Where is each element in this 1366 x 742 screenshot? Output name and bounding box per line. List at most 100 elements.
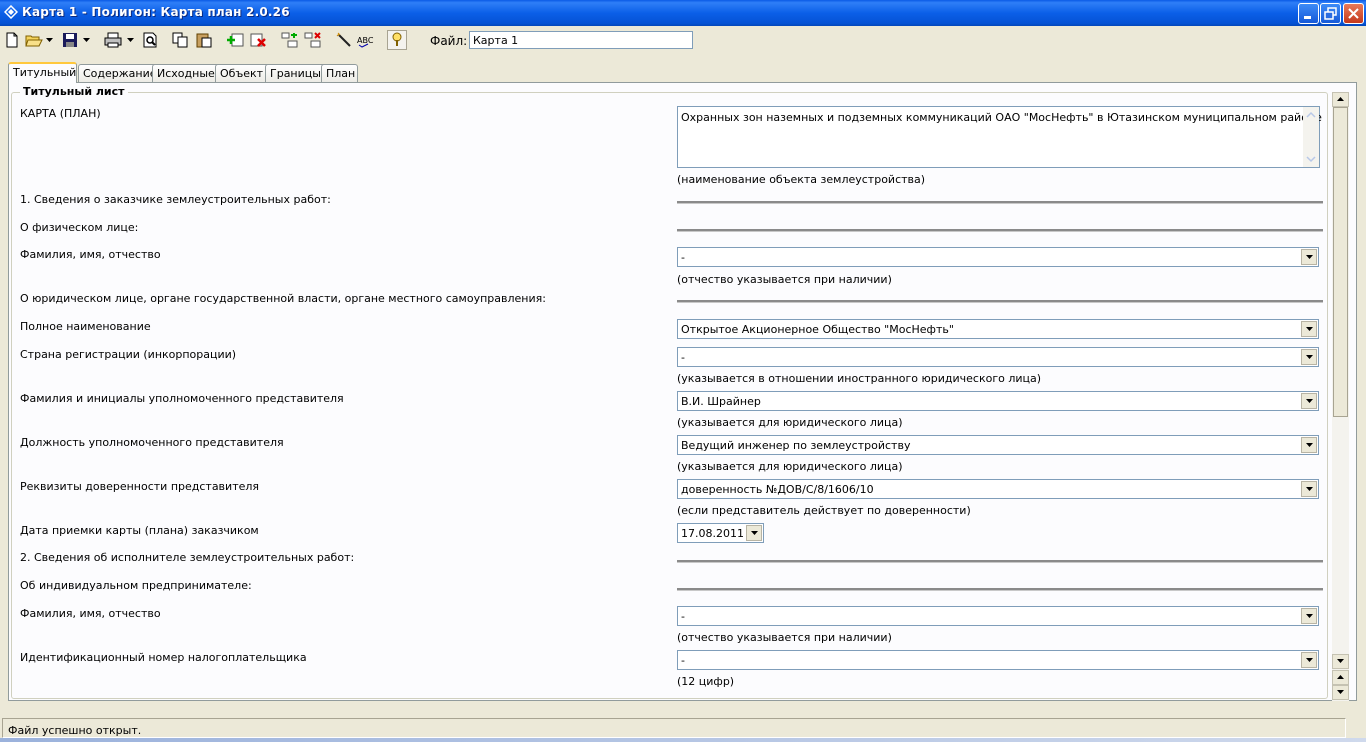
memo-scrollbar[interactable]	[1303, 107, 1319, 167]
contractor-section-label: 2. Сведения об исполнителе землеустроите…	[20, 551, 355, 564]
legal-entity-label: О юридическом лице, органе государственн…	[20, 292, 546, 305]
fio-value: -	[681, 251, 685, 264]
fio2-hint: (отчество указывается при наличии)	[677, 631, 892, 644]
insert-item-icon[interactable]	[280, 30, 300, 50]
country-combo[interactable]: -	[677, 347, 1319, 367]
section-divider	[677, 300, 1323, 303]
tab-titulny[interactable]: Титульный	[8, 62, 77, 83]
svg-text:ABC: ABC	[357, 36, 374, 45]
position-label: Должность уполномоченного представителя	[20, 436, 284, 449]
chevron-down-icon[interactable]	[746, 525, 762, 541]
proxy-hint: (если представитель действует по доверен…	[677, 504, 971, 517]
status-panel: Файл успешно открыт.	[2, 718, 1346, 738]
status-text: Файл успешно открыт.	[8, 724, 142, 737]
rep-label: Фамилия и инициалы уполномоченного предс…	[20, 392, 344, 405]
maximize-button[interactable]	[1320, 3, 1341, 24]
chevron-down-icon[interactable]	[1301, 249, 1317, 265]
rep-hint: (указывается для юридического лица)	[677, 416, 903, 429]
scroll-thumb[interactable]	[1333, 107, 1348, 417]
map-label: КАРТА (ПЛАН)	[20, 107, 101, 120]
proxy-combo[interactable]: доверенность №ДОВ/С/8/1606/10	[677, 479, 1319, 499]
file-label: Файл:	[430, 34, 468, 48]
print-dropdown-icon[interactable]	[126, 30, 135, 50]
help-icon[interactable]	[387, 30, 407, 50]
chevron-down-icon[interactable]	[1301, 481, 1317, 497]
scroll-up-button[interactable]	[1332, 92, 1349, 107]
add-row-icon[interactable]	[225, 30, 245, 50]
app-icon	[4, 5, 18, 19]
fio2-value: -	[681, 610, 685, 623]
file-name-input[interactable]	[469, 31, 693, 49]
fio-hint: (отчество указывается при наличии)	[677, 273, 892, 286]
open-folder-icon[interactable]	[24, 30, 44, 50]
date-value: 17.08.2011	[681, 527, 744, 540]
minimize-button[interactable]	[1298, 3, 1319, 24]
chevron-down-icon[interactable]	[1301, 349, 1317, 365]
new-file-icon[interactable]	[2, 30, 22, 50]
tab-obekt[interactable]: Объект	[215, 64, 272, 82]
delete-row-icon[interactable]	[248, 30, 268, 50]
copy-icon[interactable]	[170, 30, 190, 50]
chevron-down-icon[interactable]	[1301, 652, 1317, 668]
date-label: Дата приемки карты (плана) заказчиком	[20, 524, 259, 537]
proxy-value: доверенность №ДОВ/С/8/1606/10	[681, 483, 874, 496]
inn-hint: (12 цифр)	[677, 675, 735, 688]
tab-plan[interactable]: План	[321, 64, 358, 82]
fullname-value: Открытое Акционерное Общество "МосНефть"	[681, 323, 954, 336]
fullname-label: Полное наименование	[20, 320, 151, 333]
section-divider	[677, 588, 1323, 591]
position-value: Ведущий инженер по землеустройству	[681, 439, 911, 452]
country-hint: (указывается в отношении иностранного юр…	[677, 372, 1042, 385]
fio-combo[interactable]: -	[677, 247, 1319, 267]
open-dropdown-icon[interactable]	[45, 30, 54, 50]
proxy-label: Реквизиты доверенности представителя	[20, 480, 260, 493]
tab-soderzhanie[interactable]: Содержание	[78, 64, 158, 82]
wand-icon[interactable]	[334, 30, 354, 50]
group-label: Титульный лист	[20, 85, 128, 98]
remove-item-icon[interactable]	[303, 30, 323, 50]
entrepreneur-label: Об индивидуальном предпринимателе:	[20, 579, 252, 592]
individual-label: О физическом лице:	[20, 221, 139, 234]
inn-label: Идентификационный номер налогоплательщик…	[20, 651, 307, 664]
tab-iskhodnye[interactable]: Исходные	[152, 64, 221, 82]
save-dropdown-icon[interactable]	[82, 30, 91, 50]
taskbar-edge	[0, 738, 1366, 742]
scroll-up-button[interactable]	[1332, 670, 1349, 685]
fio2-combo[interactable]: -	[677, 606, 1319, 626]
fio2-label: Фамилия, имя, отчество	[20, 607, 161, 620]
fullname-combo[interactable]: Открытое Акционерное Общество "МосНефть"	[677, 319, 1319, 339]
chevron-down-icon[interactable]	[1301, 608, 1317, 624]
scroll-down-button[interactable]	[1332, 654, 1349, 669]
save-icon[interactable]	[60, 30, 80, 50]
position-combo[interactable]: Ведущий инженер по землеустройству	[677, 435, 1319, 455]
scroll-down-button[interactable]	[1332, 685, 1349, 700]
close-button[interactable]	[1343, 3, 1364, 24]
title-bar: Карта 1 - Полигон: Карта план 2.0.26	[0, 0, 1366, 26]
rep-combo[interactable]: В.И. Шрайнер	[677, 391, 1319, 411]
chevron-down-icon[interactable]	[1301, 437, 1317, 453]
object-name-text: Охранных зон наземных и подземных коммун…	[681, 111, 1322, 124]
paste-icon[interactable]	[194, 30, 214, 50]
object-name-memo[interactable]: Охранных зон наземных и подземных коммун…	[677, 106, 1322, 168]
country-value: -	[681, 351, 685, 364]
chevron-down-icon[interactable]	[1301, 393, 1317, 409]
form-scrollbar[interactable]	[1332, 92, 1349, 701]
date-picker[interactable]: 17.08.2011	[677, 523, 764, 543]
section-divider	[677, 201, 1323, 204]
rep-value: В.И. Шрайнер	[681, 395, 761, 408]
fio-label: Фамилия, имя, отчество	[20, 248, 161, 261]
section-divider	[677, 560, 1323, 563]
window-title: Карта 1 - Полигон: Карта план 2.0.26	[22, 5, 290, 19]
country-label: Страна регистрации (инкорпорации)	[20, 348, 237, 361]
inn-combo[interactable]: -	[677, 650, 1319, 670]
customer-section-label: 1. Сведения о заказчике землеустроительн…	[20, 193, 331, 206]
print-preview-icon[interactable]	[140, 30, 160, 50]
position-hint: (указывается для юридического лица)	[677, 460, 903, 473]
section-divider	[677, 229, 1323, 232]
object-hint: (наименование объекта землеустройства)	[677, 173, 926, 186]
tab-granitsy[interactable]: Границы	[265, 64, 327, 82]
spellcheck-icon[interactable]: ABC	[356, 30, 376, 50]
chevron-down-icon[interactable]	[1301, 321, 1317, 337]
print-icon[interactable]	[103, 30, 123, 50]
inn-value: -	[681, 654, 685, 667]
